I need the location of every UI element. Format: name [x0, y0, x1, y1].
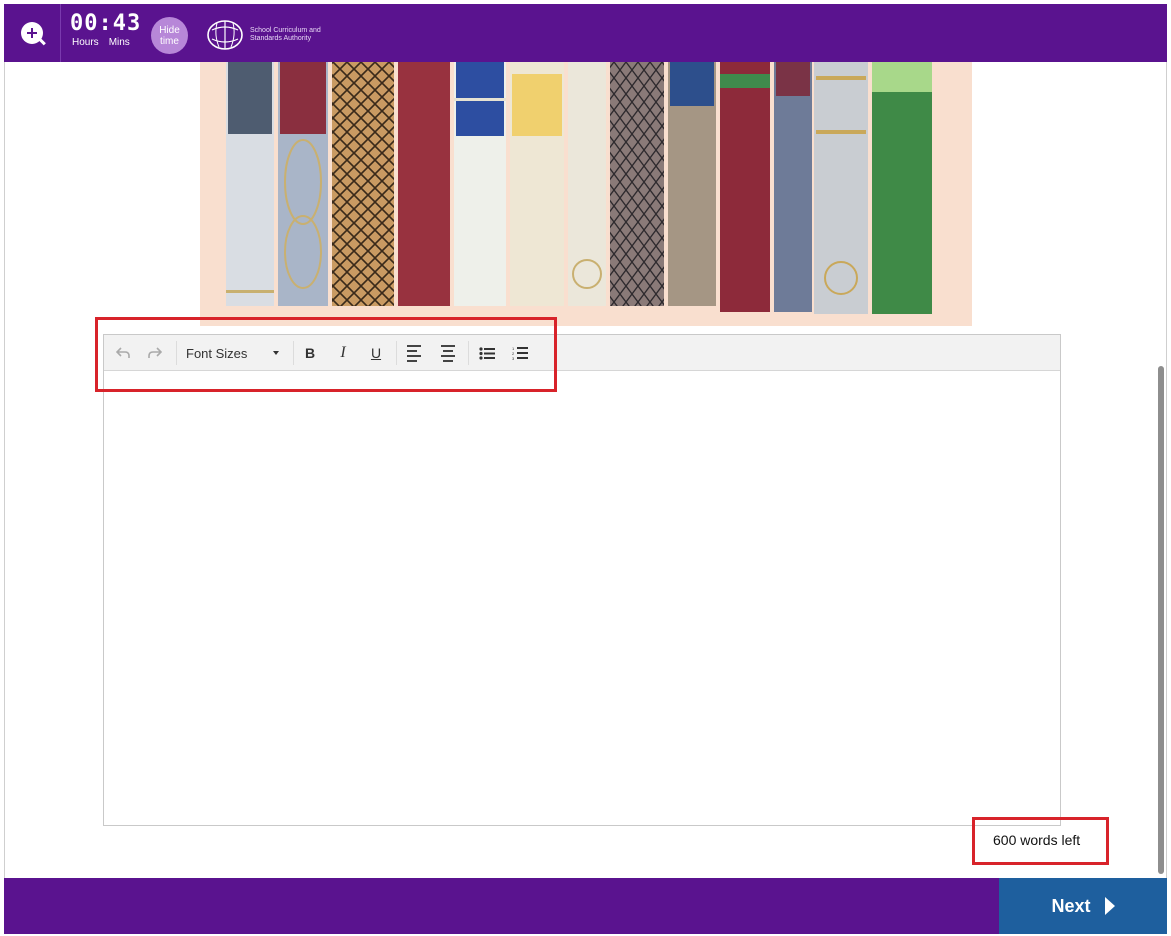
globe-logo-icon — [207, 20, 243, 50]
essay-text-area[interactable] — [104, 371, 1060, 825]
toolbar-highlight — [95, 317, 557, 392]
essay-editor: Font Sizes B I U 123 — [103, 334, 1061, 826]
word-count-remaining: 600 words left — [993, 832, 1081, 848]
hide-time-button[interactable]: Hide time — [151, 17, 188, 54]
zoom-button[interactable] — [4, 4, 61, 62]
books-image — [200, 62, 972, 326]
book-spines-illustration — [226, 62, 932, 314]
timer-hours: 00 — [70, 11, 99, 36]
bottom-bar — [4, 878, 1167, 934]
next-button[interactable]: Next — [999, 878, 1167, 934]
scrollbar-thumb[interactable] — [1158, 366, 1164, 874]
timer-minutes: 43 — [112, 11, 142, 36]
logo-text: School Curriculum and Standards Authorit… — [250, 27, 321, 42]
top-bar: 00:43 Hours Mins Hide time School Curricu… — [4, 4, 1167, 62]
mins-label: Mins — [108, 37, 130, 48]
timer: 00:43 Hours Mins — [70, 12, 141, 49]
timer-separator: : — [98, 11, 113, 36]
hours-label: Hours — [72, 37, 99, 48]
play-arrow-icon — [1104, 897, 1115, 915]
scsa-logo: School Curriculum and Standards Authorit… — [206, 18, 330, 52]
